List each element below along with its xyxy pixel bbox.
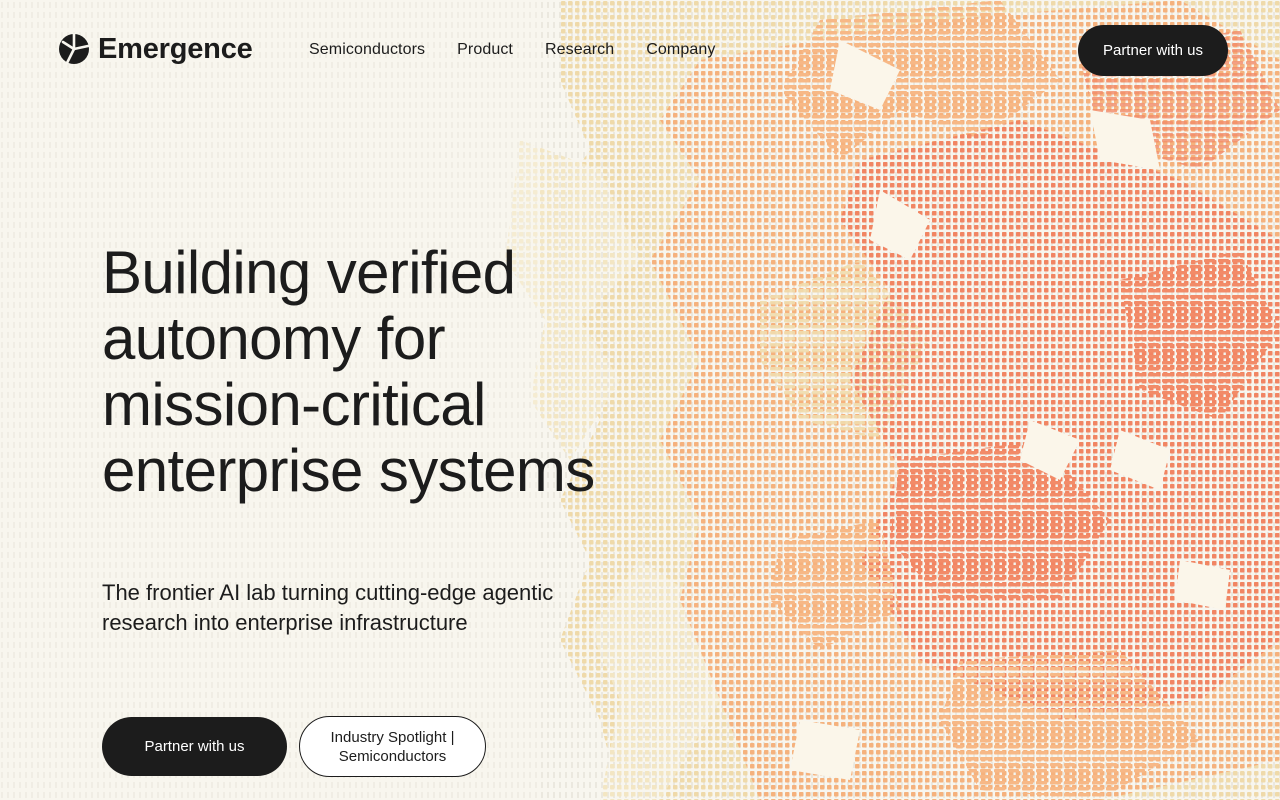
hero-title: Building verified autonomy for mission-c… [102, 239, 595, 504]
primary-nav: Semiconductors Product Research Company [309, 40, 715, 60]
hero-partner-button[interactable]: Partner with us [102, 717, 287, 776]
top-navigation: Emergence Semiconductors Product Researc… [0, 0, 1280, 100]
emergence-logo-icon [59, 33, 90, 65]
brand-logo-link[interactable]: Emergence [58, 32, 253, 66]
nav-link-research[interactable]: Research [545, 40, 614, 60]
nav-link-company[interactable]: Company [646, 40, 715, 60]
hero-subtitle: The frontier AI lab turning cutting-edge… [102, 580, 554, 635]
industry-spotlight-button[interactable]: Industry Spotlight | Semiconductors [299, 716, 486, 777]
nav-link-semiconductors[interactable]: Semiconductors [309, 40, 425, 60]
landing-page: Emergence Semiconductors Product Researc… [0, 0, 1280, 800]
nav-link-product[interactable]: Product [457, 40, 513, 60]
brand-name: Emergence [98, 33, 253, 65]
nav-partner-button[interactable]: Partner with us [1078, 25, 1228, 76]
